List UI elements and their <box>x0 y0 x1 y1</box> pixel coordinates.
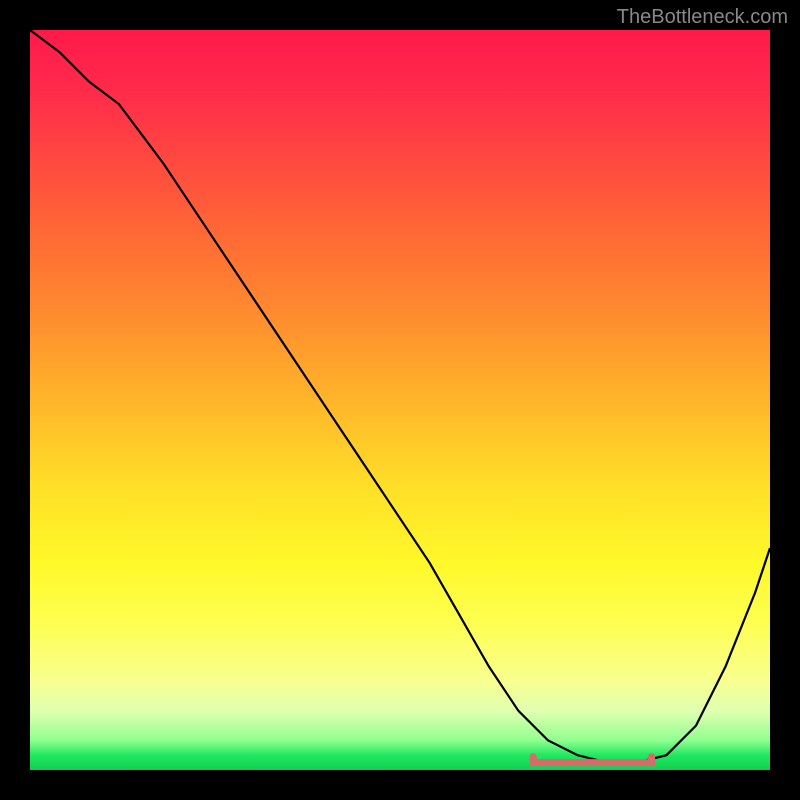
bottleneck-curve-path <box>30 30 770 763</box>
chart-plot-area <box>30 30 770 770</box>
watermark-text: TheBottleneck.com <box>617 6 788 29</box>
bottleneck-curve-svg <box>30 30 770 770</box>
optimal-range-marker <box>533 757 651 763</box>
